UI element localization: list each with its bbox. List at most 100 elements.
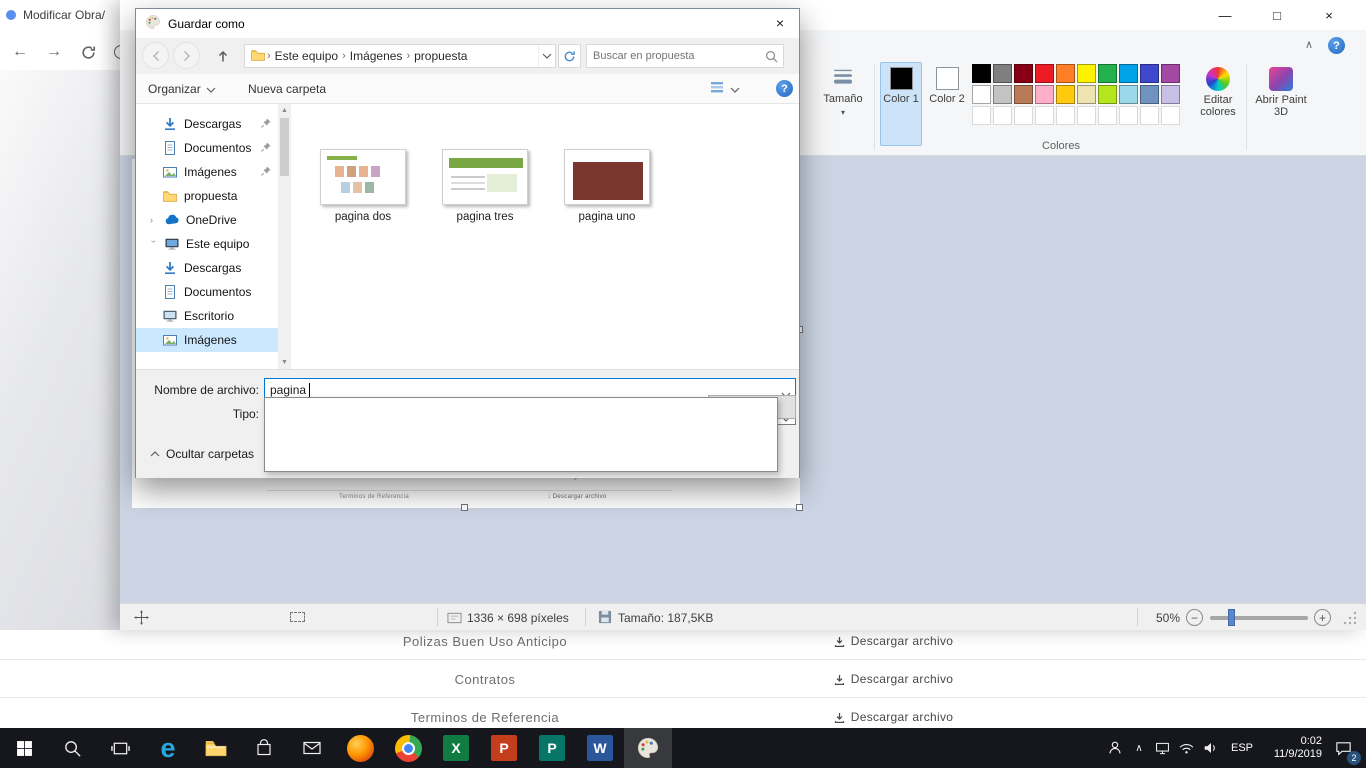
file-item[interactable]: pagina tres xyxy=(442,149,528,223)
palette-color[interactable] xyxy=(1098,64,1117,83)
palette-color[interactable] xyxy=(1140,64,1159,83)
zoom-out-button[interactable]: − xyxy=(1186,609,1203,626)
new-folder-button[interactable]: Nueva carpeta xyxy=(248,74,326,103)
palette-empty-slot[interactable] xyxy=(1098,106,1117,125)
collapse-ribbon-icon[interactable]: ∧ xyxy=(1305,38,1313,51)
volume-icon[interactable] xyxy=(1198,728,1224,768)
color2-button[interactable]: Color 2 xyxy=(926,62,968,146)
action-center-icon[interactable]: 2 xyxy=(1324,728,1362,768)
dialog-close-button[interactable]: × xyxy=(761,9,799,37)
nav-forward-button[interactable] xyxy=(173,42,200,69)
palette-empty-slot[interactable] xyxy=(1119,106,1138,125)
taskbar-excel-icon[interactable]: X xyxy=(432,728,480,768)
refresh-button[interactable] xyxy=(558,44,581,68)
taskbar-paint-icon[interactable] xyxy=(624,728,672,768)
palette-empty-slot[interactable] xyxy=(1077,106,1096,125)
breadcrumb-segment[interactable]: Este equipo xyxy=(272,49,341,63)
palette-empty-slot[interactable] xyxy=(1161,106,1180,125)
language-indicator[interactable]: ESP xyxy=(1224,742,1260,754)
palette-color[interactable] xyxy=(1098,85,1117,104)
scrollbar-thumb[interactable] xyxy=(280,118,289,176)
filename-autocomplete-dropdown[interactable] xyxy=(264,397,778,472)
sidebar-item[interactable]: › OneDrive xyxy=(136,208,278,232)
palette-color[interactable] xyxy=(1077,85,1096,104)
minimize-button[interactable]: — xyxy=(1202,0,1248,30)
sidebar-item[interactable]: Documentos xyxy=(136,136,278,160)
taskbar-chrome-icon[interactable] xyxy=(384,728,432,768)
palette-color[interactable] xyxy=(972,64,991,83)
maximize-button[interactable]: □ xyxy=(1254,0,1300,30)
palette-color[interactable] xyxy=(1119,85,1138,104)
palette-color[interactable] xyxy=(993,85,1012,104)
scroll-up-icon[interactable]: ▲ xyxy=(278,104,291,117)
size-button[interactable]: Tamaño ▾ xyxy=(820,62,866,146)
breadcrumb[interactable]: ›Este equipo›Imágenes›propuesta xyxy=(244,44,556,68)
close-button[interactable]: × xyxy=(1306,0,1352,30)
palette-empty-slot[interactable] xyxy=(1140,106,1159,125)
clock[interactable]: 0:02 11/9/2019 xyxy=(1260,735,1324,761)
sidebar-item[interactable]: Escritorio xyxy=(136,304,278,328)
sidebar-scrollbar[interactable]: ▲ ▼ xyxy=(278,104,291,369)
taskbar-search-icon[interactable] xyxy=(48,728,96,768)
views-button[interactable] xyxy=(709,74,740,103)
palette-empty-slot[interactable] xyxy=(993,106,1012,125)
chevron-up-icon[interactable]: ∧ xyxy=(1128,728,1150,768)
zoom-slider-thumb[interactable] xyxy=(1228,609,1235,626)
download-link[interactable]: Descargar archivo xyxy=(800,660,986,698)
breadcrumb-segment[interactable]: Imágenes xyxy=(347,49,406,63)
palette-color[interactable] xyxy=(1119,64,1138,83)
resize-handle-bottom[interactable] xyxy=(461,504,468,511)
sidebar-item[interactable]: propuesta xyxy=(136,184,278,208)
palette-color[interactable] xyxy=(1161,64,1180,83)
palette-color[interactable] xyxy=(1014,64,1033,83)
color1-button[interactable]: Color 1 xyxy=(880,62,922,146)
sidebar-item[interactable]: › Este equipo xyxy=(136,232,278,256)
sidebar-item[interactable]: Imágenes xyxy=(136,160,278,184)
download-link[interactable]: Descargar archivo xyxy=(800,698,986,728)
taskbar-file-explorer-icon[interactable] xyxy=(192,728,240,768)
breadcrumb-segment[interactable]: propuesta xyxy=(411,49,470,63)
palette-color[interactable] xyxy=(1140,85,1159,104)
palette-color[interactable] xyxy=(1056,64,1075,83)
taskbar-edge-icon[interactable]: e xyxy=(144,728,192,768)
palette-color[interactable] xyxy=(972,85,991,104)
reload-icon[interactable] xyxy=(78,42,98,62)
zoom-slider[interactable] xyxy=(1210,616,1308,620)
sidebar-item[interactable]: Documentos xyxy=(136,280,278,304)
browser-tab[interactable]: Modificar Obra/ xyxy=(6,8,134,22)
palette-empty-slot[interactable] xyxy=(1035,106,1054,125)
file-item[interactable]: pagina dos xyxy=(320,149,406,223)
taskbar-word-icon[interactable]: W xyxy=(576,728,624,768)
dialog-help-icon[interactable]: ? xyxy=(776,80,793,97)
scroll-down-icon[interactable]: ▼ xyxy=(278,356,291,369)
back-icon[interactable]: ← xyxy=(10,42,30,62)
sidebar-item[interactable]: Descargas xyxy=(136,256,278,280)
palette-empty-slot[interactable] xyxy=(1014,106,1033,125)
sidebar-item[interactable]: Imágenes xyxy=(136,328,278,352)
palette-color[interactable] xyxy=(1056,85,1075,104)
taskbar-task-view-icon[interactable] xyxy=(96,728,144,768)
people-icon[interactable] xyxy=(1102,728,1128,768)
hide-folders-button[interactable]: Ocultar carpetas xyxy=(150,447,254,461)
organize-button[interactable]: Organizar xyxy=(148,74,216,103)
palette-color[interactable] xyxy=(1035,64,1054,83)
nav-back-button[interactable] xyxy=(142,42,169,69)
palette-color[interactable] xyxy=(1014,85,1033,104)
help-icon[interactable]: ? xyxy=(1328,37,1345,54)
resize-grip[interactable] xyxy=(1342,609,1358,630)
nav-up-button[interactable] xyxy=(212,45,234,67)
taskbar-start-button[interactable] xyxy=(0,728,48,768)
wifi-icon[interactable] xyxy=(1174,728,1198,768)
palette-color[interactable] xyxy=(1035,85,1054,104)
forward-icon[interactable]: → xyxy=(44,42,64,62)
taskbar-mail-icon[interactable] xyxy=(288,728,336,768)
taskbar-powerpoint-icon[interactable]: P xyxy=(480,728,528,768)
breadcrumb-dropdown-icon[interactable] xyxy=(538,45,555,67)
zoom-in-button[interactable]: + xyxy=(1314,609,1331,626)
taskbar-publisher-icon[interactable]: P xyxy=(528,728,576,768)
palette-empty-slot[interactable] xyxy=(972,106,991,125)
palette-color[interactable] xyxy=(993,64,1012,83)
resize-handle-corner[interactable] xyxy=(796,504,803,511)
taskbar-firefox-icon[interactable] xyxy=(336,728,384,768)
palette-color[interactable] xyxy=(1161,85,1180,104)
